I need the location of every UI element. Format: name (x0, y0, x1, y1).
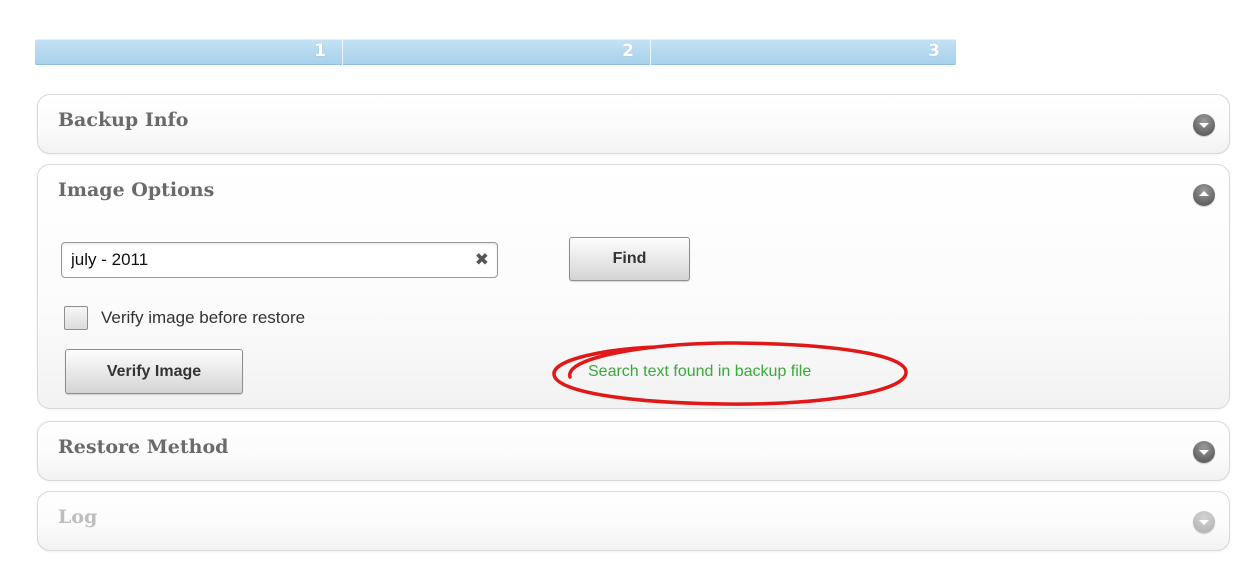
chevron-up-icon[interactable] (1193, 184, 1215, 206)
panel-title: Log (58, 506, 98, 528)
chevron-down-icon[interactable] (1193, 114, 1215, 136)
step-1: 1 (35, 39, 342, 65)
panel-log: Log (37, 491, 1230, 551)
step-3: 3 (650, 39, 956, 65)
step-3-label: 3 (928, 41, 940, 61)
panel-backup-info-header[interactable]: Backup Info (38, 95, 1229, 151)
verify-image-checkbox[interactable] (64, 306, 88, 330)
panel-backup-info: Backup Info (37, 94, 1230, 154)
search-status-text: Search text found in backup file (588, 363, 812, 380)
close-icon[interactable]: ✖ (475, 249, 489, 271)
step-1-label: 1 (314, 41, 326, 61)
step-progress-bar: 1 2 3 (35, 39, 956, 65)
step-2: 2 (342, 39, 650, 65)
panel-title: Backup Info (58, 109, 189, 131)
search-field[interactable]: ✖ (61, 242, 498, 278)
search-input[interactable] (71, 249, 461, 271)
chevron-down-icon (1193, 511, 1215, 533)
panel-restore-method-header[interactable]: Restore Method (38, 422, 1229, 478)
panel-log-header: Log (38, 492, 1229, 548)
verify-image-checkbox-label: Verify image before restore (101, 308, 306, 327)
panel-restore-method: Restore Method (37, 421, 1230, 481)
step-2-label: 2 (622, 41, 634, 61)
panel-image-options: Image Options ✖ Find Verify image before… (37, 164, 1230, 409)
panel-image-options-header[interactable]: Image Options (38, 165, 1229, 221)
verify-image-button[interactable]: Verify Image (65, 349, 243, 394)
find-button[interactable]: Find (569, 237, 690, 281)
panel-title: Restore Method (58, 436, 229, 458)
panel-title: Image Options (58, 179, 215, 201)
chevron-down-icon[interactable] (1193, 441, 1215, 463)
